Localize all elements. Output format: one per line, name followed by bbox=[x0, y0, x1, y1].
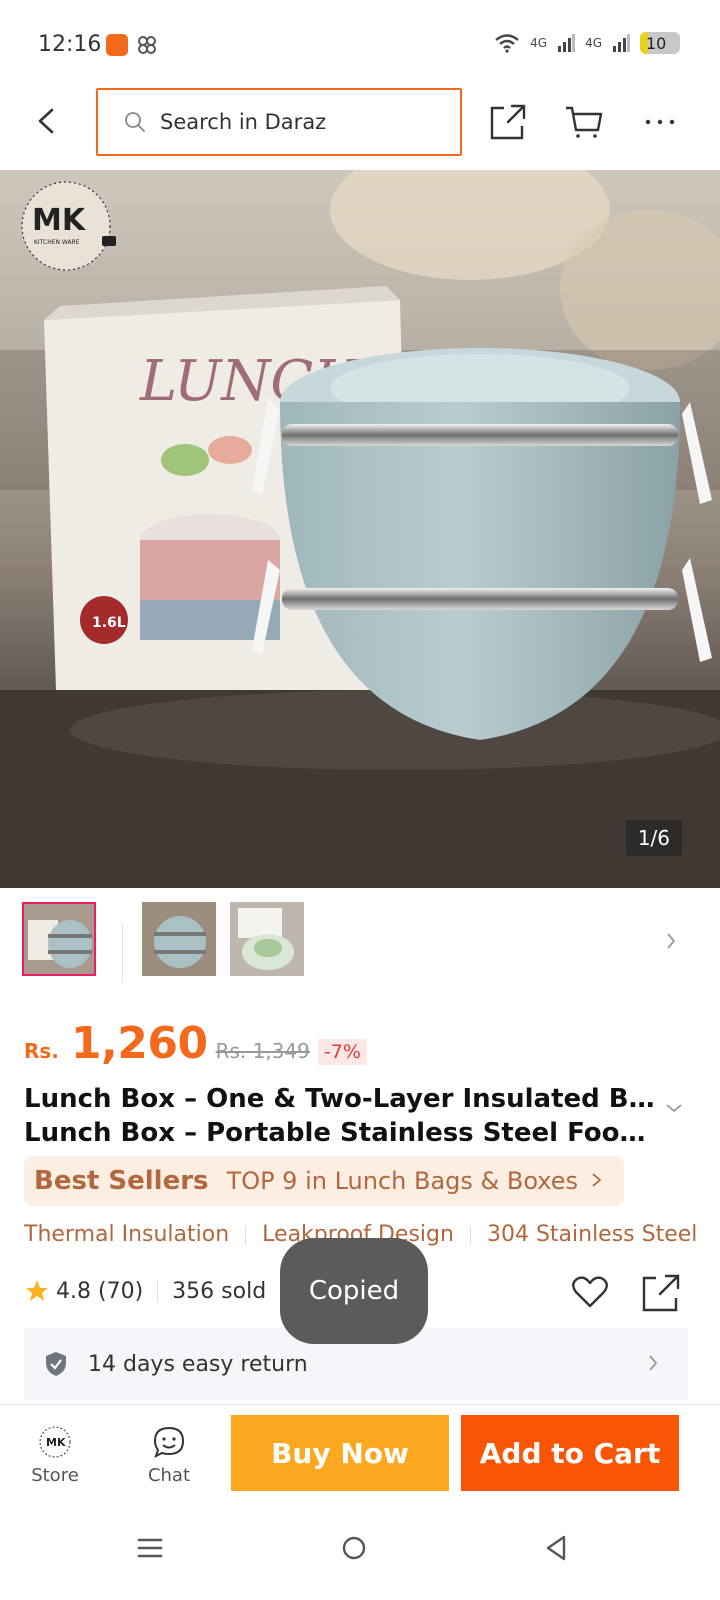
chevron-down-icon[interactable] bbox=[664, 1098, 684, 1118]
chat-icon bbox=[153, 1426, 185, 1458]
share-icon[interactable] bbox=[640, 1272, 682, 1314]
cart-icon[interactable] bbox=[562, 100, 606, 144]
thumbnail-strip bbox=[0, 902, 720, 996]
status-bar: 12:16 4G 4G 10 bbox=[0, 0, 720, 86]
tag-divider bbox=[469, 1225, 471, 1244]
more-icon[interactable] bbox=[638, 100, 682, 144]
rating-count: (70) bbox=[98, 1278, 144, 1304]
shield-check-icon bbox=[46, 1352, 66, 1376]
feature-tag: Thermal Insulation bbox=[24, 1222, 230, 1247]
original-price: Rs. 1,349 bbox=[215, 1039, 310, 1063]
chevron-right-icon bbox=[649, 1355, 658, 1371]
rating-row[interactable]: 4.8 (70) 356 sold bbox=[24, 1278, 266, 1304]
system-nav-bar bbox=[0, 1504, 720, 1600]
bottom-action-bar: MK Store Chat Buy Now Add to Cart bbox=[0, 1404, 720, 1504]
search-icon bbox=[125, 112, 145, 132]
product-title-line2: Lunch Box – Portable Stainless Steel Foo… bbox=[24, 1118, 664, 1148]
battery-icon: 10 bbox=[640, 32, 680, 54]
back-arrow-icon[interactable] bbox=[32, 106, 62, 136]
back-triangle-icon[interactable] bbox=[542, 1534, 570, 1562]
signal-icon bbox=[613, 34, 630, 52]
thumbnail-image bbox=[24, 904, 94, 974]
thumbnail-image bbox=[230, 902, 304, 976]
return-policy-text: 14 days easy return bbox=[88, 1351, 308, 1377]
recent-apps-icon[interactable] bbox=[136, 1534, 164, 1562]
chevron-right-icon bbox=[592, 1173, 602, 1187]
thumbnail-divider bbox=[122, 924, 123, 982]
tag-divider bbox=[245, 1225, 247, 1244]
best-sellers-rank: TOP 9 in Lunch Bags & Boxes bbox=[226, 1167, 579, 1195]
status-right: 4G 4G 10 bbox=[494, 32, 680, 54]
store-button[interactable]: MK Store bbox=[0, 1405, 110, 1505]
store-logo-icon: MK bbox=[39, 1426, 71, 1457]
product-title-line1: Lunch Box – One & Two-Layer Insulated Be… bbox=[24, 1084, 664, 1114]
app-notification-icon bbox=[106, 34, 128, 56]
image-counter: 1/6 bbox=[625, 820, 682, 856]
signal-icon bbox=[558, 34, 576, 52]
store-label: Store bbox=[31, 1464, 79, 1486]
star-icon bbox=[26, 1280, 48, 1301]
chevron-right-icon[interactable] bbox=[664, 932, 678, 950]
share-icon[interactable] bbox=[486, 100, 530, 144]
rating-score: 4.8 bbox=[56, 1278, 91, 1304]
product-image[interactable]: LUNCH 1.6L MK KITCHEN WARE bbox=[0, 170, 720, 888]
store-logo-mini: MK bbox=[46, 1436, 66, 1449]
thumbnail-3[interactable] bbox=[230, 902, 304, 976]
current-price: 1,260 bbox=[70, 1018, 208, 1069]
store-logo-text: MK bbox=[32, 203, 87, 238]
sold-count: 356 sold bbox=[172, 1278, 267, 1304]
thumbnail-1[interactable] bbox=[22, 902, 96, 976]
pinwheel-icon bbox=[138, 36, 156, 54]
best-sellers-label: Best Sellers bbox=[34, 1166, 209, 1196]
wishlist-heart-icon[interactable] bbox=[570, 1272, 610, 1312]
copied-toast: Copied bbox=[280, 1238, 428, 1344]
battery-level: 10 bbox=[646, 33, 667, 53]
top-bar: Search in Daraz bbox=[0, 86, 720, 170]
price-row: Rs. 1,260 Rs. 1,349 -7% bbox=[24, 1018, 367, 1069]
capacity-badge: 1.6L bbox=[92, 615, 126, 631]
search-placeholder: Search in Daraz bbox=[160, 110, 327, 134]
rating-divider bbox=[157, 1280, 159, 1302]
price-currency: Rs. bbox=[24, 1039, 59, 1063]
product-photo: LUNCH 1.6L MK KITCHEN WARE bbox=[0, 170, 720, 888]
chat-button[interactable]: Chat bbox=[114, 1405, 224, 1505]
buy-now-button[interactable]: Buy Now bbox=[231, 1415, 449, 1491]
signal-1-label: 4G bbox=[530, 36, 548, 50]
discount-badge: -7% bbox=[317, 1039, 367, 1065]
product-title[interactable]: Lunch Box – One & Two-Layer Insulated Be… bbox=[24, 1082, 664, 1150]
best-sellers-banner[interactable]: Best Sellers TOP 9 in Lunch Bags & Boxes bbox=[24, 1156, 624, 1206]
thumbnail-image bbox=[142, 902, 216, 976]
feature-tag: 304 Stainless Steel bbox=[486, 1222, 698, 1247]
chat-label: Chat bbox=[147, 1464, 191, 1486]
home-icon[interactable] bbox=[340, 1534, 368, 1562]
thumbnail-2[interactable] bbox=[142, 902, 216, 976]
search-input[interactable]: Search in Daraz bbox=[96, 88, 462, 156]
wifi-icon bbox=[495, 34, 519, 53]
signal-2-label: 4G bbox=[585, 36, 602, 50]
add-to-cart-button[interactable]: Add to Cart bbox=[461, 1415, 679, 1491]
store-logo-subtext: KITCHEN WARE bbox=[34, 239, 80, 246]
status-time: 12:16 bbox=[38, 32, 102, 57]
